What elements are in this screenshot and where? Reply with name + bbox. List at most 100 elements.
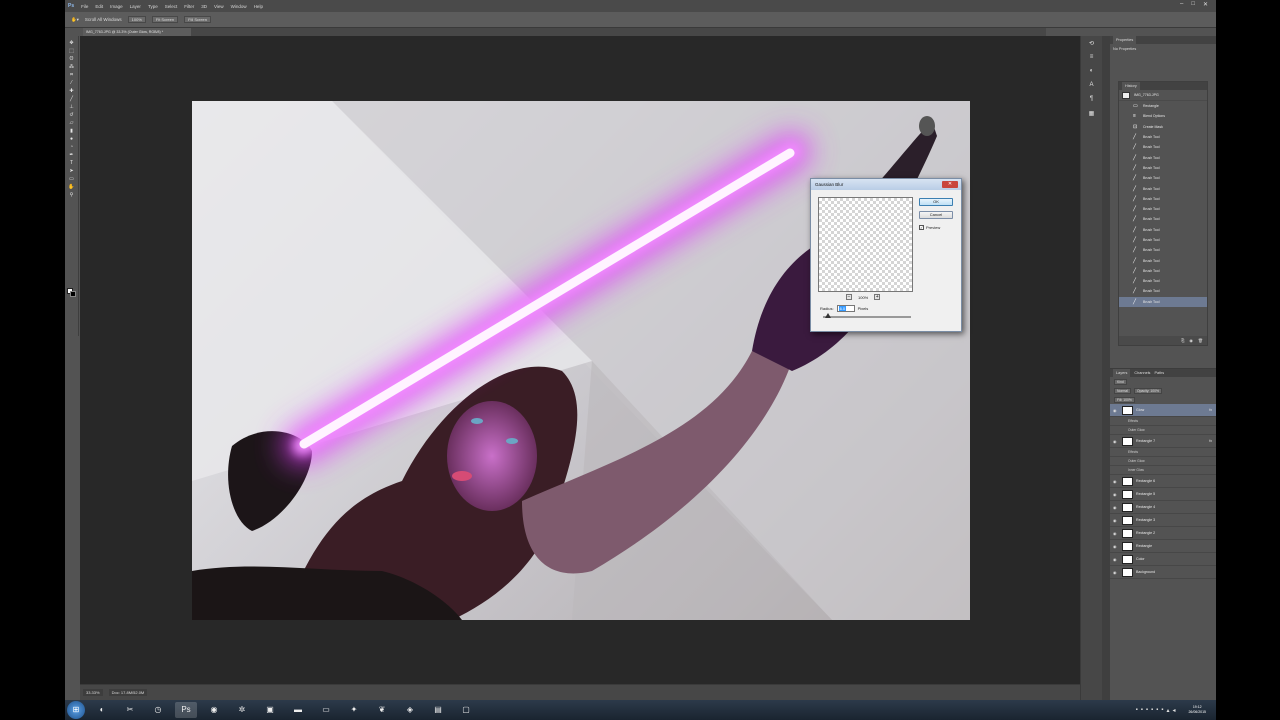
history-item[interactable]: ╱ Brush Tool	[1119, 132, 1207, 142]
menu-view[interactable]: View	[214, 4, 224, 9]
layer-row[interactable]: ◉ Rectangle 2	[1110, 527, 1216, 540]
trash-icon[interactable]: 🗑	[1198, 338, 1203, 343]
zoom-out-button[interactable]: −	[846, 294, 852, 300]
history-item[interactable]: ╱ Brush Tool	[1119, 255, 1207, 265]
taskbar-app-icon-2[interactable]: ▣	[259, 702, 281, 718]
tray-icon[interactable]: ▪	[1151, 707, 1153, 713]
history-item[interactable]: ╱ Brush Tool	[1119, 152, 1207, 162]
type-tool-icon[interactable]: T	[68, 160, 76, 166]
layer-row[interactable]: ◉ Background	[1110, 566, 1216, 579]
layer-row[interactable]: ◉ Color	[1110, 553, 1216, 566]
menu-edit[interactable]: Edit	[95, 4, 103, 9]
doc-size[interactable]: Doc: 17.8M/52.0M	[108, 689, 148, 696]
blend-mode-select[interactable]: Normal	[1114, 387, 1131, 394]
new-document-icon[interactable]: ⎘	[1181, 338, 1184, 343]
radius-slider-thumb[interactable]	[825, 313, 831, 318]
paragraph-panel-icon[interactable]: ¶	[1087, 96, 1097, 104]
document-tab[interactable]: IMG_7763.JPG @ 33.3% (Outer Glow, RGB/8)…	[83, 28, 191, 36]
network-icon[interactable]: ▴	[1166, 707, 1169, 714]
menu-filter[interactable]: Filter	[184, 4, 194, 9]
history-item[interactable]: ╱ Brush Tool	[1119, 163, 1207, 173]
preview-checkbox[interactable]: ✓	[919, 225, 924, 230]
layer-row[interactable]: ◉ Rectangle 6	[1110, 475, 1216, 488]
taskbar-app-icon-8[interactable]: ▢	[455, 702, 477, 718]
zoom-level[interactable]: 33.33%	[83, 689, 103, 696]
brush-tool-icon[interactable]: ╱	[68, 96, 76, 102]
path-select-tool-icon[interactable]: ➤	[68, 168, 76, 174]
canvas-area[interactable]	[80, 36, 1080, 684]
scroll-all-windows-option[interactable]: Scroll All Windows	[85, 17, 122, 22]
taskbar-app-icon-3[interactable]: ▬	[287, 702, 309, 718]
menu-type[interactable]: Type	[148, 4, 158, 9]
menu-file[interactable]: File	[81, 4, 88, 9]
history-panel-icon[interactable]: ⟲	[1087, 40, 1097, 48]
history-item[interactable]: ╱ Brush Tool	[1119, 194, 1207, 204]
layer-effect-row[interactable]: Outer Glow	[1110, 426, 1216, 435]
dialog-titlebar[interactable]: Gaussian Blur	[811, 179, 961, 190]
background-color-swatch[interactable]	[70, 291, 76, 297]
layer-row[interactable]: ◉ Rectangle	[1110, 540, 1216, 553]
history-item[interactable]: ╱ Brush Tool	[1119, 214, 1207, 224]
visibility-eye-icon[interactable]: ◉	[1113, 544, 1119, 549]
zoom-in-button[interactable]: +	[874, 294, 881, 300]
menu-layer[interactable]: Layer	[130, 4, 141, 9]
visibility-eye-icon[interactable]: ◉	[1113, 518, 1119, 523]
tab-channels[interactable]: Channels	[1134, 371, 1150, 375]
taskbar-app-icon-6[interactable]: ❦	[371, 702, 393, 718]
maximize-button[interactable]: □	[1191, 1, 1195, 8]
quick-select-tool-icon[interactable]: ⁂	[68, 64, 76, 70]
menu-select[interactable]: Select	[165, 4, 178, 9]
layer-effect-row[interactable]: Outer Glow	[1110, 457, 1216, 466]
tab-paths[interactable]: Paths	[1154, 371, 1164, 375]
history-brush-tool-icon[interactable]: ↺	[68, 112, 76, 118]
history-item[interactable]: ╱ Brush Tool	[1119, 266, 1207, 276]
layer-fx-icon[interactable]: fx	[1209, 408, 1212, 412]
history-item[interactable]: ≡ Blend Options	[1119, 111, 1207, 121]
history-item[interactable]: ╱ Brush Tool	[1119, 142, 1207, 152]
radius-slider-track[interactable]	[823, 316, 911, 318]
taskbar-app-icon[interactable]: ◐	[91, 702, 113, 718]
eraser-tool-icon[interactable]: ▱	[68, 120, 76, 126]
tray-icon[interactable]: ▪	[1156, 707, 1158, 713]
fit-screen-button[interactable]: Fit Screen	[151, 16, 179, 23]
properties-tab[interactable]: Properties	[1113, 36, 1137, 44]
layer-row[interactable]: ◉ Rectangle 7 fx	[1110, 435, 1216, 448]
menu-help[interactable]: Help	[254, 4, 263, 9]
swatches-panel-icon[interactable]: ▦	[1087, 110, 1097, 118]
blur-tool-icon[interactable]: ●	[68, 136, 76, 142]
taskbar-photoshop-icon[interactable]: Ps	[175, 702, 197, 718]
layer-fx-icon[interactable]: fx	[1209, 439, 1212, 443]
taskbar-settings-icon[interactable]: ✲	[231, 702, 253, 718]
layer-effect-row[interactable]: Effects	[1110, 417, 1216, 426]
tray-icon[interactable]: ▪	[1141, 707, 1143, 713]
minimize-button[interactable]: –	[1180, 1, 1183, 8]
history-snapshot[interactable]: IMG_7763.JPG	[1119, 90, 1207, 101]
taskbar-folder-icon[interactable]: ▤	[427, 702, 449, 718]
taskbar-tool-icon[interactable]: ✂	[119, 702, 141, 718]
taskbar-app-icon-4[interactable]: ▭	[315, 702, 337, 718]
taskbar-chrome-icon[interactable]: ◉	[203, 702, 225, 718]
layer-row[interactable]: ◉ Rectangle 3	[1110, 514, 1216, 527]
visibility-eye-icon[interactable]: ◉	[1113, 531, 1119, 536]
tray-icon[interactable]: ▪	[1146, 707, 1148, 713]
tray-icon[interactable]: ▪	[1161, 707, 1163, 713]
taskbar-app-icon-5[interactable]: ✦	[343, 702, 365, 718]
visibility-eye-icon[interactable]: ◉	[1113, 479, 1119, 484]
clock[interactable]: 19:12 26/06/2015	[1188, 705, 1206, 715]
shape-tool-icon[interactable]: ▭	[68, 176, 76, 182]
history-item[interactable]: ╱ Brush Tool	[1119, 245, 1207, 255]
eyedropper-tool-icon[interactable]: ⁄	[68, 80, 76, 86]
zoom-tool-icon[interactable]: ⚲	[68, 192, 76, 198]
menu-3d[interactable]: 3D	[201, 4, 207, 9]
history-item[interactable]: ╱ Brush Tool	[1119, 286, 1207, 296]
layer-effect-row[interactable]: Inner Glow	[1110, 466, 1216, 475]
start-button[interactable]: ⊞	[67, 701, 85, 719]
close-window-button[interactable]: ✕	[1203, 1, 1208, 8]
zoom-100-button[interactable]: 100%	[127, 16, 146, 23]
history-item[interactable]: ╱ Brush Tool	[1119, 276, 1207, 286]
history-item[interactable]: ▭ Rectangle	[1119, 101, 1207, 111]
dialog-close-button[interactable]: ✕	[942, 181, 958, 188]
menu-window[interactable]: Window	[231, 4, 247, 9]
properties-panel-icon[interactable]: ≡	[1087, 54, 1097, 62]
dodge-tool-icon[interactable]: ◔	[68, 144, 76, 150]
